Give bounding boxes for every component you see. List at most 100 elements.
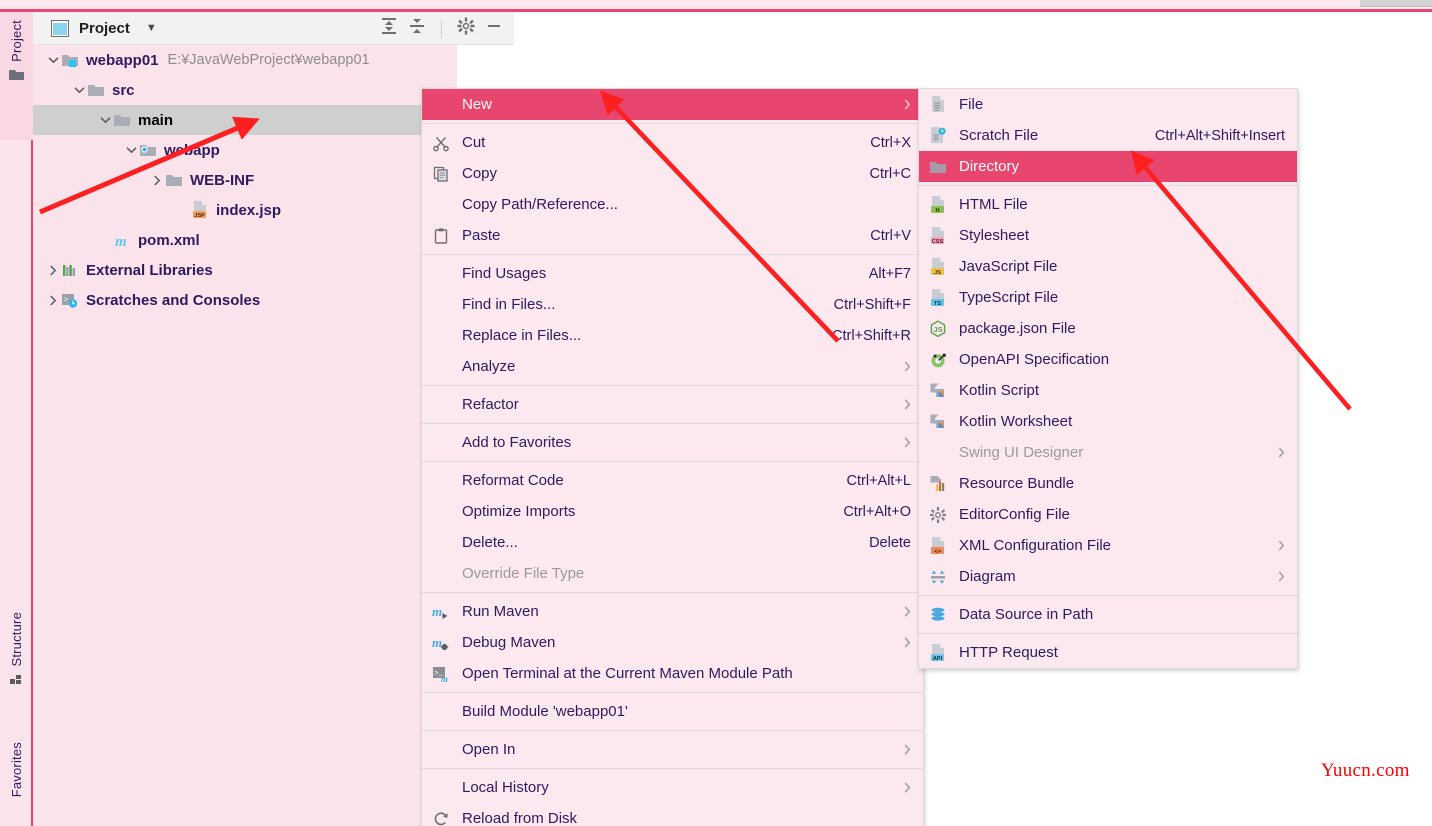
menu-item-debug-maven[interactable]: m Debug Maven (422, 627, 923, 658)
submenu-item-kotlin-script[interactable]: Kotlin Script (919, 375, 1297, 406)
menu-item-reload-from-disk[interactable]: Reload from Disk (422, 803, 923, 826)
submenu-item-scratch-file[interactable]: Scratch File Ctrl+Alt+Shift+Insert (919, 120, 1297, 151)
menu-item-cut[interactable]: Cut Ctrl+X (422, 127, 923, 158)
top-accent-band (0, 0, 1432, 12)
menu-separator (422, 123, 923, 124)
page-title: Project (79, 19, 130, 37)
sidebar-item-structure[interactable]: Structure (0, 612, 33, 732)
menu-item-label: Cut (462, 134, 486, 151)
menu-item-paste[interactable]: Paste Ctrl+V (422, 220, 923, 251)
chevron-right-icon (1266, 569, 1285, 585)
menu-item-refactor[interactable]: Refactor (422, 389, 923, 420)
menu-item-label: Add to Favorites (462, 434, 572, 451)
expand-all-icon[interactable] (379, 16, 399, 41)
menu-item-optimize-imports[interactable]: Optimize Imports Ctrl+Alt+O (422, 496, 923, 527)
submenu-item-typescript-file[interactable]: TS TypeScript File (919, 282, 1297, 313)
no-icon (430, 502, 452, 522)
submenu-item-html-file[interactable]: H HTML File (919, 189, 1297, 220)
tree-row[interactable]: main (33, 105, 424, 135)
menu-item-new[interactable]: New (422, 89, 923, 120)
tree-row[interactable]: >_ Scratches and Consoles (33, 285, 424, 315)
menu-item-copy-path-reference[interactable]: Copy Path/Reference... (422, 189, 923, 220)
tree-row[interactable]: m pom.xml (33, 225, 424, 255)
tree-row-path: E:¥JavaWebProject¥webapp01 (167, 52, 370, 68)
tree-row[interactable]: webapp01 E:¥JavaWebProject¥webapp01 (33, 45, 424, 75)
submenu-item-resource-bundle[interactable]: Resource Bundle (919, 468, 1297, 499)
collapse-all-icon[interactable] (407, 16, 427, 41)
menu-separator (422, 461, 923, 462)
module-folder-icon (61, 51, 79, 69)
menu-item-delete[interactable]: Delete... Delete (422, 527, 923, 558)
chevron-right-icon (892, 97, 911, 113)
sidebar-item-favorites-label: Favorites (9, 742, 24, 798)
menu-item-label: TypeScript File (959, 289, 1059, 306)
menu-item-label: EditorConfig File (959, 506, 1070, 523)
submenu-item-javascript-file[interactable]: JS JavaScript File (919, 251, 1297, 282)
no-icon (430, 533, 452, 553)
project-window-icon (51, 19, 69, 37)
tree-row[interactable]: External Libraries (33, 255, 424, 285)
menu-item-replace-in-files[interactable]: Replace in Files... Ctrl+Shift+R (422, 320, 923, 351)
project-panel-header: Project ▼ (33, 12, 514, 45)
tree-row[interactable]: WEB-INF (33, 165, 424, 195)
menu-item-add-to-favorites[interactable]: Add to Favorites (422, 427, 923, 458)
tree-row[interactable]: src (33, 75, 424, 105)
context-menu[interactable]: New Cut Ctrl+X Copy Ctrl+C Copy Path/Referenc… (421, 88, 924, 826)
paste-icon (430, 226, 452, 246)
maven-icon: m (113, 231, 131, 249)
no-icon (430, 778, 452, 798)
submenu-item-diagram[interactable]: Diagram (919, 561, 1297, 592)
tree-row-label: pom.xml (138, 231, 200, 249)
menu-item-copy[interactable]: Copy Ctrl+C (422, 158, 923, 189)
new-submenu[interactable]: File Scratch File Ctrl+Alt+Shift+Insert Dir… (918, 88, 1298, 669)
menu-item-local-history[interactable]: Local History (422, 772, 923, 803)
gear-icon[interactable] (456, 16, 476, 41)
tree-row-label: index.jsp (216, 201, 282, 219)
no-icon (430, 471, 452, 491)
submenu-item-data-source-in-path[interactable]: Data Source in Path (919, 599, 1297, 630)
menu-item-open-terminal-at-the-current-maven-module-path[interactable]: >_ m Open Terminal at the Current Maven Mo… (422, 658, 923, 689)
menu-item-find-in-files[interactable]: Find in Files... Ctrl+Shift+F (422, 289, 923, 320)
submenu-item-editorconfig-file[interactable]: EditorConfig File (919, 499, 1297, 530)
menu-item-build-module-webapp01[interactable]: Build Module 'webapp01' (422, 696, 923, 727)
minimize-icon[interactable] (484, 16, 504, 41)
chevron-right-icon[interactable] (149, 172, 165, 188)
menu-item-reformat-code[interactable]: Reformat Code Ctrl+Alt+L (422, 465, 923, 496)
menu-item-label: Scratch File (959, 127, 1039, 144)
sidebar-item-project[interactable]: Project (0, 12, 33, 140)
submenu-item-file[interactable]: File (919, 89, 1297, 120)
menu-item-open-in[interactable]: Open In (422, 734, 923, 765)
no-icon (430, 326, 452, 346)
menu-item-label: OpenAPI Specification (959, 351, 1110, 368)
submenu-item-directory[interactable]: Directory (919, 151, 1297, 182)
tree-row[interactable]: webapp (33, 135, 424, 165)
submenu-item-stylesheet[interactable]: CSS Stylesheet (919, 220, 1297, 251)
menu-item-label: Local History (462, 779, 549, 796)
menu-item-label: Open In (462, 741, 516, 758)
menu-item-shortcut: Ctrl+Alt+L (846, 472, 911, 489)
menu-item-label: HTML File (959, 196, 1028, 213)
chevron-down-icon[interactable] (71, 82, 87, 98)
no-icon (430, 564, 452, 584)
tree-row[interactable]: JSP index.jsp (33, 195, 424, 225)
menu-item-label: Refactor (462, 396, 519, 413)
sidebar-item-favorites[interactable]: Favorites (0, 742, 33, 826)
chevron-down-icon[interactable] (123, 142, 139, 158)
project-tree[interactable]: webapp01 E:¥JavaWebProject¥webapp01 src mai… (33, 45, 424, 826)
chevron-down-icon[interactable] (97, 112, 113, 128)
resource-bundle-icon (927, 474, 949, 494)
submenu-item-xml-configuration-file[interactable]: <> XML Configuration File (919, 530, 1297, 561)
submenu-item-kotlin-worksheet[interactable]: Kotlin Worksheet (919, 406, 1297, 437)
menu-item-run-maven[interactable]: m Run Maven (422, 596, 923, 627)
submenu-item-package-json-file[interactable]: JS package.json File (919, 313, 1297, 344)
chevron-right-icon[interactable] (45, 292, 61, 308)
menu-item-analyze[interactable]: Analyze (422, 351, 923, 382)
chevron-right-icon[interactable] (45, 262, 61, 278)
svg-text:API: API (933, 655, 943, 661)
menu-item-find-usages[interactable]: Find Usages Alt+F7 (422, 258, 923, 289)
chevron-down-icon[interactable]: ▼ (146, 22, 157, 34)
chevron-down-icon[interactable] (45, 52, 61, 68)
submenu-item-openapi-specification[interactable]: OpenAPI Specification (919, 344, 1297, 375)
menu-item-label: Delete... (462, 534, 518, 551)
submenu-item-http-request[interactable]: API HTTP Request (919, 637, 1297, 668)
